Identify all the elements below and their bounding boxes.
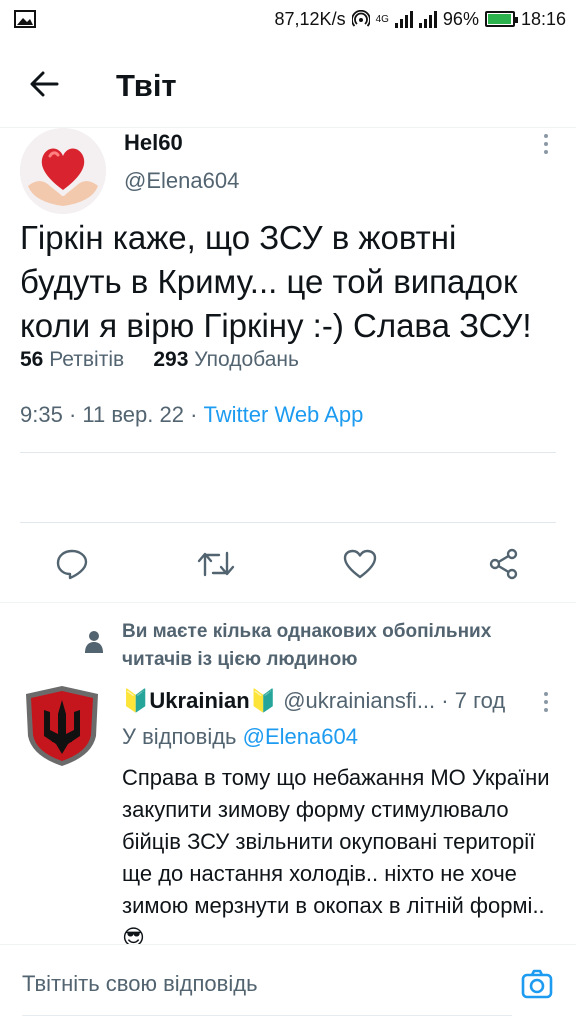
- tweet-source[interactable]: Twitter Web App: [204, 402, 364, 427]
- badge-icon-left: 🔰: [122, 688, 150, 713]
- reply-author-handle[interactable]: @ukrainiansfi...: [283, 688, 435, 713]
- heart-in-hands-image: [20, 128, 106, 214]
- top-app-bar: Твіт: [0, 38, 576, 128]
- meta-sep: ·: [68, 402, 83, 427]
- tweet-stats: 56 Ретвітів 293 Уподобань: [20, 348, 299, 372]
- reply-input[interactable]: Твітніть свою відповідь: [22, 971, 258, 997]
- tweet-meta: 9:35 · 11 вер. 22 · Twitter Web App: [20, 402, 363, 428]
- replying-label: У відповідь: [122, 724, 237, 749]
- camera-button[interactable]: [520, 967, 554, 1001]
- share-button[interactable]: [484, 544, 524, 584]
- tweet-text: Гіркін каже, що ЗСУ в жовтні будуть в Кр…: [20, 219, 532, 344]
- camera-icon: [521, 969, 553, 999]
- page-title: Твіт: [116, 68, 177, 103]
- section-separator: [0, 602, 576, 603]
- like-button[interactable]: [340, 544, 380, 584]
- arrow-left-icon: [30, 71, 59, 97]
- divider-top: [20, 452, 556, 453]
- tweet-actions: [0, 544, 576, 584]
- author-handle[interactable]: @Elena604: [124, 168, 239, 194]
- network-type: 4G: [375, 13, 389, 25]
- likes-count: 293: [153, 348, 189, 371]
- tweet-date: 11 вер. 22: [82, 402, 184, 427]
- replying-to: У відповідь @Elena604: [122, 724, 358, 750]
- status-bar: 87,12K/s 4G 96% 18:16: [0, 0, 576, 38]
- gallery-icon: [14, 10, 36, 28]
- more-options-button[interactable]: [536, 132, 556, 156]
- signal-icon-2: [418, 10, 437, 28]
- author-name[interactable]: Hel60: [124, 130, 183, 156]
- person-icon: [85, 631, 103, 653]
- retweets-stat[interactable]: 56 Ретвітів: [20, 348, 124, 371]
- hotspot-icon: [351, 10, 370, 27]
- status-right: 87,12K/s 4G 96% 18:16: [275, 7, 566, 31]
- author-avatar[interactable]: [20, 128, 106, 214]
- battery-icon: [484, 11, 518, 27]
- reply-text: Справа в тому що небажання МО України за…: [122, 765, 550, 950]
- reply-time: · 7 год: [441, 688, 506, 713]
- retweet-button[interactable]: [196, 544, 236, 584]
- reply-composer: Твітніть свою відповідь: [0, 944, 576, 1024]
- reply-button[interactable]: [52, 544, 92, 584]
- reply-author-name[interactable]: Ukrainian: [149, 688, 249, 713]
- battery-percent: 96%: [442, 8, 479, 29]
- likes-label: Уподобань: [194, 348, 299, 371]
- reply-icon: [56, 549, 88, 580]
- back-button[interactable]: [20, 60, 68, 108]
- reply-more-options-button[interactable]: [536, 690, 556, 714]
- reply-header: 🔰Ukrainian🔰 @ukrainiansfi... · 7 год: [122, 688, 542, 718]
- replying-mention[interactable]: @Elena604: [243, 724, 358, 749]
- tweet-time: 9:35: [20, 402, 63, 427]
- meta-sep-2: ·: [190, 402, 204, 427]
- divider-mid: [20, 522, 556, 523]
- likes-stat[interactable]: 293 Уподобань: [153, 348, 299, 371]
- social-context-text: Ви маєте кілька однакових обопільних чит…: [122, 621, 492, 670]
- badge-icon-right: 🔰: [249, 688, 278, 713]
- signal-icon: [394, 10, 413, 28]
- heart-icon: [343, 549, 377, 579]
- share-icon: [489, 548, 518, 580]
- retweets-label: Ретвітів: [49, 348, 125, 371]
- composer-underline: [22, 1015, 512, 1016]
- network-speed: 87,12K/s: [274, 8, 346, 29]
- reply-avatar[interactable]: [22, 684, 102, 768]
- retweets-count: 56: [20, 348, 44, 371]
- retweet-icon: [197, 551, 235, 577]
- clock: 18:16: [520, 8, 566, 29]
